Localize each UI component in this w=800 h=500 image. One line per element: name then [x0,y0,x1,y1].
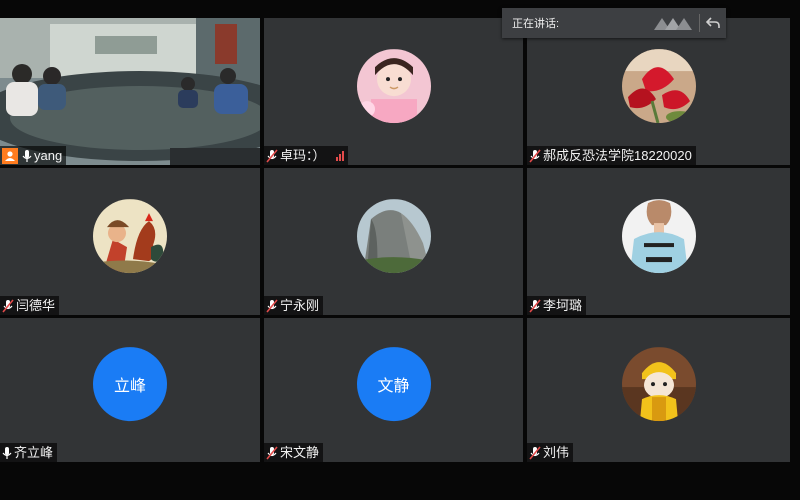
conference-room-video [0,18,260,165]
avatar [621,48,696,123]
participant-name: 齐立峰 [14,445,54,460]
mic-on-icon[interactable] [2,446,12,460]
logo-mark-icon [654,16,692,33]
video-grid: yang 卓玛：） 郝成反恐法学院18220020 闫德华 宁永刚 李坷璐 立峰… [0,18,790,462]
participant-tile-songwenjing[interactable]: 文静 宋文静 [264,318,523,462]
speaking-label: 正在讲话: [512,18,560,30]
avatar [93,198,167,273]
participant-tile-yang[interactable]: yang [0,18,260,165]
participant-name: 李坷璐 [543,298,583,313]
participant-name: 宁永刚 [280,298,320,313]
participant-label: 闫德华 [0,296,60,315]
participant-label: 宁永刚 [264,296,324,315]
mic-on-icon[interactable] [22,149,32,163]
participant-tile-liuwei[interactable]: 刘伟 [527,318,790,462]
mic-muted-icon[interactable] [529,148,541,163]
avatar [621,347,696,422]
mic-muted-icon[interactable] [266,148,278,163]
mic-muted-icon[interactable] [2,298,14,313]
participant-label: 郝成反恐法学院18220020 [527,146,696,165]
participant-tile-haocheng[interactable]: 郝成反恐法学院18220020 [527,18,790,165]
participant-tile-qilifeng[interactable]: 立峰 齐立峰 [0,318,260,462]
participant-label: 李坷璐 [527,296,587,315]
participant-name: 闫德华 [16,298,56,313]
participant-name: 卓玛：） [280,148,326,163]
avatar [621,198,696,273]
participant-name: yang [34,148,63,163]
divider [699,14,700,32]
return-icon[interactable] [705,16,720,33]
participant-label: 卓玛：） [264,146,348,165]
speaking-indicator: 正在讲话: [502,8,726,38]
avatar-initials: 立峰 [93,347,167,422]
mic-muted-icon[interactable] [266,298,278,313]
participant-label: 齐立峰 [0,443,58,462]
participant-label: 刘伟 [527,443,574,462]
participant-name: 宋文静 [280,445,320,460]
participant-tile-ningyonggang[interactable]: 宁永刚 [264,168,523,315]
mic-muted-icon[interactable] [529,298,541,313]
mic-muted-icon[interactable] [529,445,541,460]
participant-tile-yandehua[interactable]: 闫德华 [0,168,260,315]
avatar-initials: 文静 [356,347,431,422]
host-badge-icon [2,147,18,164]
avatar [356,48,431,123]
mic-muted-icon[interactable] [266,445,278,460]
avatar [356,198,431,273]
participant-tile-zhuoma[interactable]: 卓玛：） [264,18,523,165]
participant-name: 刘伟 [543,445,570,460]
participant-tile-likelu[interactable]: 李坷璐 [527,168,790,315]
participant-label: 宋文静 [264,443,324,462]
participant-name: 郝成反恐法学院18220020 [543,148,692,163]
participant-label: yang [0,146,67,165]
signal-strength-icon [335,150,344,161]
